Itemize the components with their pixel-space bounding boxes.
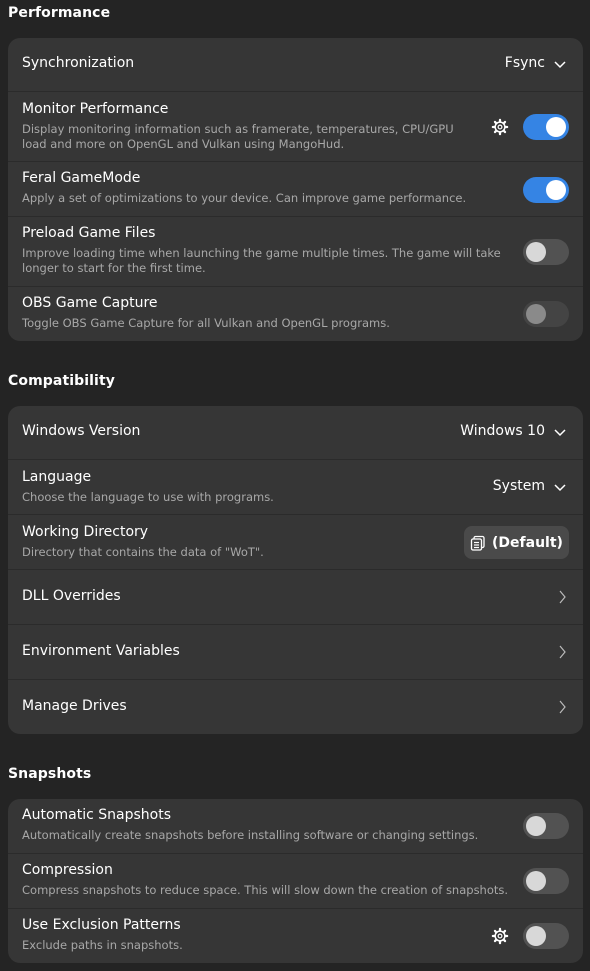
switch-knob xyxy=(546,117,566,137)
language-row[interactable]: Language Choose the language to use with… xyxy=(8,460,583,515)
gamemode-label: Feral GameMode xyxy=(22,170,141,186)
chevron-down-icon[interactable] xyxy=(554,58,566,70)
section-title-compatibility: Compatibility xyxy=(8,373,115,389)
section-title-performance: Performance xyxy=(8,5,111,21)
gear-icon[interactable] xyxy=(491,927,509,945)
snapshots-card: Automatic Snapshots Automatically create… xyxy=(8,799,583,963)
automatic-snapshots-row: Automatic Snapshots Automatically create… xyxy=(8,799,583,854)
windows-version-row[interactable]: Windows Version Windows 10 xyxy=(8,406,583,460)
preload-description: Improve loading time when launching the … xyxy=(22,246,501,275)
windows-version-value[interactable]: Windows 10 xyxy=(460,423,545,439)
working-directory-button-label: (Default) xyxy=(492,534,563,551)
obs-description: Toggle OBS Game Capture for all Vulkan a… xyxy=(22,316,390,330)
gamemode-row: Feral GameMode Apply a set of optimizati… xyxy=(8,162,583,217)
switch-knob xyxy=(526,304,546,324)
exclusion-patterns-row: Use Exclusion Patterns Exclude paths in … xyxy=(8,909,583,963)
exclusion-patterns-switch[interactable] xyxy=(523,923,569,949)
dll-overrides-label: DLL Overrides xyxy=(22,588,121,604)
switch-knob xyxy=(526,816,546,836)
chevron-right-icon xyxy=(559,590,566,604)
automatic-snapshots-switch[interactable] xyxy=(523,813,569,839)
synchronization-value[interactable]: Fsync xyxy=(505,55,545,71)
obs-switch[interactable] xyxy=(523,301,569,327)
compression-description: Compress snapshots to reduce space. This… xyxy=(22,883,509,897)
chevron-right-icon xyxy=(559,645,566,659)
folder-icon xyxy=(470,535,485,551)
compression-row: Compression Compress snapshots to reduce… xyxy=(8,854,583,909)
chevron-down-icon[interactable] xyxy=(554,481,566,493)
compatibility-card: Windows Version Windows 10 Language Choo… xyxy=(8,406,583,734)
environment-variables-row[interactable]: Environment Variables xyxy=(8,625,583,680)
gamemode-description: Apply a set of optimizations to your dev… xyxy=(22,191,467,205)
automatic-snapshots-label: Automatic Snapshots xyxy=(22,807,171,823)
manage-drives-label: Manage Drives xyxy=(22,698,127,714)
switch-knob xyxy=(526,926,546,946)
manage-drives-row[interactable]: Manage Drives xyxy=(8,680,583,734)
exclusion-patterns-description: Exclude paths in snapshots. xyxy=(22,938,183,952)
preload-switch[interactable] xyxy=(523,239,569,265)
performance-card: Synchronization Fsync Monitor Performanc… xyxy=(8,38,583,341)
monitor-performance-row: Monitor Performance Display monitoring i… xyxy=(8,92,583,162)
dll-overrides-row[interactable]: DLL Overrides xyxy=(8,570,583,625)
preload-row: Preload Game Files Improve loading time … xyxy=(8,217,583,287)
switch-knob xyxy=(526,242,546,262)
obs-label: OBS Game Capture xyxy=(22,295,158,311)
switch-knob xyxy=(546,180,566,200)
working-directory-button[interactable]: (Default) xyxy=(464,526,569,559)
compression-switch[interactable] xyxy=(523,868,569,894)
chevron-right-icon xyxy=(559,700,566,714)
working-directory-description: Directory that contains the data of "WoT… xyxy=(22,545,264,559)
working-directory-row: Working Directory Directory that contain… xyxy=(8,515,583,570)
gear-icon[interactable] xyxy=(491,118,509,136)
preload-label: Preload Game Files xyxy=(22,225,156,241)
gamemode-switch[interactable] xyxy=(523,177,569,203)
automatic-snapshots-description: Automatically create snapshots before in… xyxy=(22,828,479,842)
compression-label: Compression xyxy=(22,862,113,878)
monitor-performance-description: Display monitoring information such as f… xyxy=(22,122,454,151)
section-title-snapshots: Snapshots xyxy=(8,766,92,782)
switch-knob xyxy=(526,871,546,891)
language-description: Choose the language to use with programs… xyxy=(22,490,274,504)
synchronization-label: Synchronization xyxy=(22,55,135,71)
chevron-down-icon[interactable] xyxy=(554,426,566,438)
monitor-performance-label: Monitor Performance xyxy=(22,101,169,117)
language-value[interactable]: System xyxy=(493,478,545,494)
language-label: Language xyxy=(22,469,92,485)
working-directory-label: Working Directory xyxy=(22,524,149,540)
exclusion-patterns-label: Use Exclusion Patterns xyxy=(22,917,181,933)
obs-row: OBS Game Capture Toggle OBS Game Capture… xyxy=(8,287,583,341)
environment-variables-label: Environment Variables xyxy=(22,643,180,659)
windows-version-label: Windows Version xyxy=(22,423,141,439)
monitor-performance-switch[interactable] xyxy=(523,114,569,140)
synchronization-row[interactable]: Synchronization Fsync xyxy=(8,38,583,92)
